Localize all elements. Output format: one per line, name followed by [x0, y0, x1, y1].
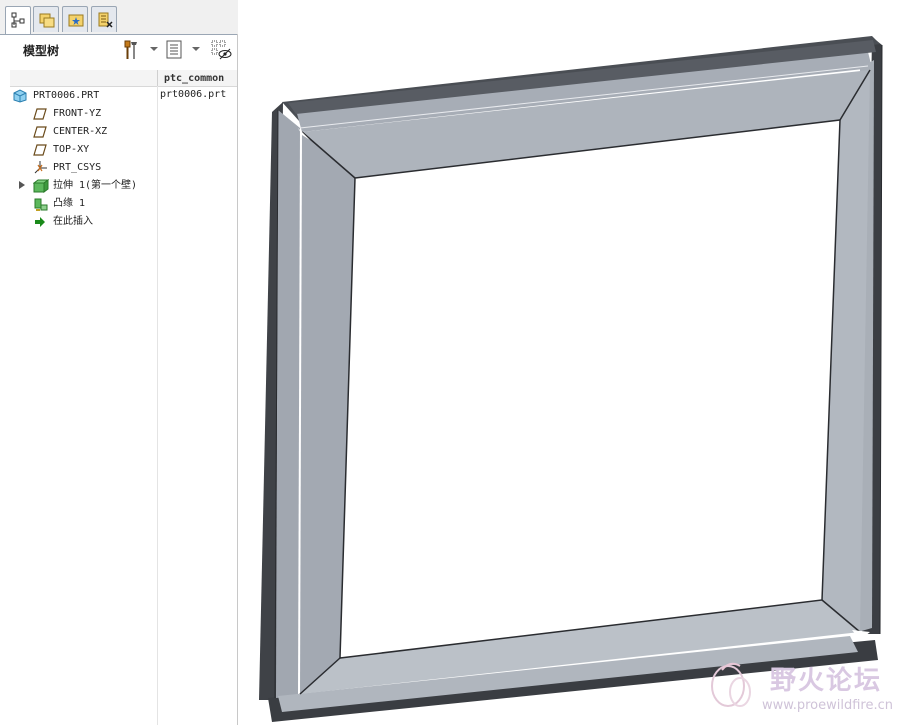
model-tree-icon	[11, 12, 25, 28]
tools-hammer-icon	[124, 40, 137, 59]
tree-item-label: 凸缘 1	[53, 198, 86, 209]
settings-button[interactable]	[122, 39, 142, 65]
csys-icon	[34, 161, 47, 174]
part-filename-cell: prt0006.prt	[160, 89, 227, 100]
forum-watermark: 野火论坛 www.proewildfire.cn	[700, 656, 910, 722]
column-header-ptc-common[interactable]: ptc_common	[157, 70, 237, 86]
tree-item-label: CENTER-XZ	[53, 126, 108, 137]
show-button[interactable]	[165, 39, 185, 65]
favorites-tab[interactable]	[62, 6, 88, 32]
navigator-tabstrip	[0, 0, 238, 34]
sheetmetal-frame-model[interactable]	[238, 0, 913, 725]
expand-arrow-icon[interactable]	[19, 181, 25, 189]
tree-item-label: 拉伸 1(第一个壁)	[53, 180, 138, 191]
connections-tab[interactable]	[91, 6, 117, 32]
model-tree-tab[interactable]	[5, 6, 31, 34]
butterfly-logo-icon	[711, 662, 751, 707]
tree-item-label: PRT0006.PRT	[33, 90, 100, 101]
column-divider	[157, 86, 158, 725]
show-dropdown-icon[interactable]	[192, 47, 200, 51]
favorites-folder-icon	[68, 14, 84, 27]
tree-column-header: ptc_common	[10, 70, 237, 87]
model-tree-toolbar: 模型树	[0, 34, 237, 65]
tree-item-label: PRT_CSYS	[53, 162, 102, 173]
extrude-wall-icon	[33, 179, 49, 193]
folder-browser-tab[interactable]	[33, 6, 59, 32]
settings-dropdown-icon[interactable]	[150, 47, 158, 51]
model-tree-title: 模型树	[23, 44, 60, 58]
watermark-url: www.proewildfire.cn	[762, 698, 893, 713]
tree-filters-button[interactable]	[210, 39, 234, 65]
tree-item-label: TOP-XY	[53, 144, 90, 155]
flange-icon	[34, 198, 48, 211]
datum-plane-icon	[33, 108, 47, 120]
datum-plane-icon	[33, 144, 47, 156]
tree-item-label: FRONT-YZ	[53, 108, 102, 119]
connections-icon	[98, 12, 113, 28]
watermark-title: 野火论坛	[770, 666, 883, 696]
navigator-panel: 模型树 ptc_common PRT0006.PRT prt0006.prt F…	[0, 0, 238, 725]
show-list-icon	[166, 40, 182, 59]
insert-here-icon	[35, 217, 45, 227]
frame-flange-left	[276, 110, 300, 698]
tree-item-label: 在此插入	[53, 216, 93, 227]
application-window: 模型树 ptc_common PRT0006.PRT prt0006.prt F…	[0, 0, 913, 725]
folder-browser-icon	[39, 13, 55, 28]
part-icon	[13, 89, 27, 103]
tree-filter-icon	[211, 40, 232, 60]
graphics-viewport[interactable]	[238, 0, 913, 725]
datum-plane-icon	[33, 126, 47, 138]
